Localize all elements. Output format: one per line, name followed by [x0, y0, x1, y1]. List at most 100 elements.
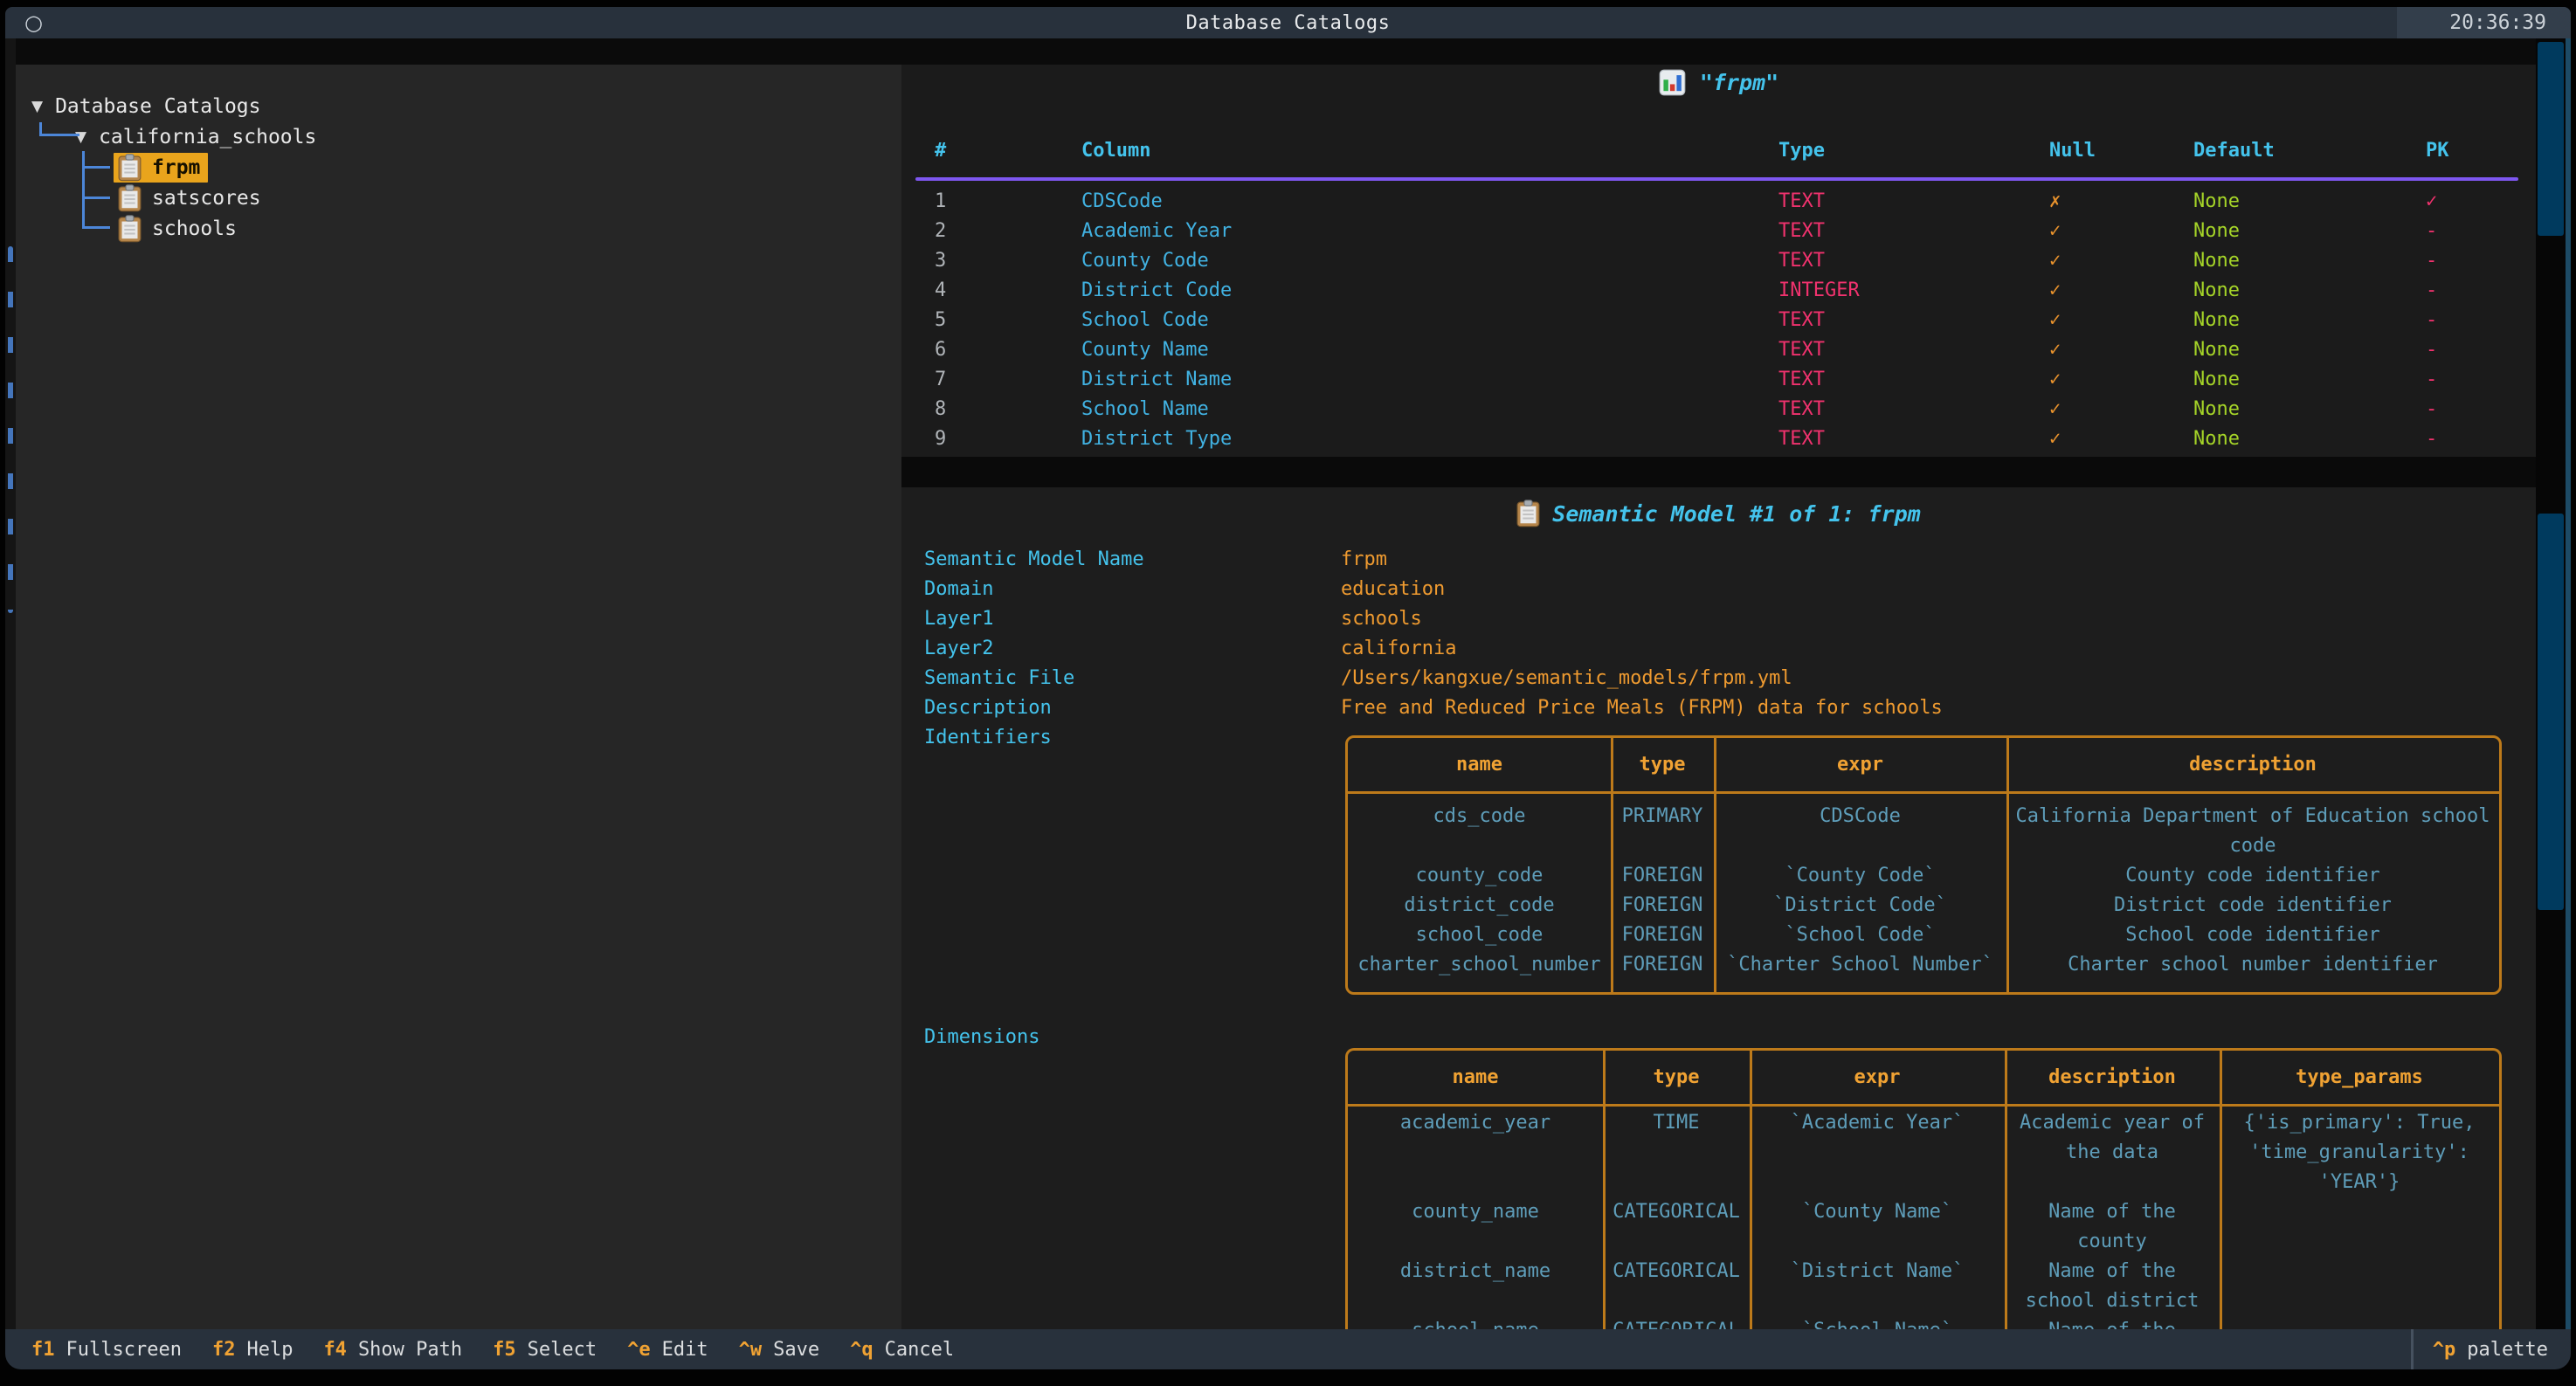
sidebar-item-schools[interactable]: schools: [114, 214, 245, 244]
field-value: california: [1341, 634, 1456, 664]
sidebar-item-satscores[interactable]: satscores: [114, 183, 269, 213]
schema-row: 9District TypeTEXT✓None-: [935, 424, 2536, 454]
column-pk: -: [2426, 246, 2536, 276]
shortcut-label: Cancel: [885, 1339, 954, 1361]
field-label: Domain: [924, 575, 1341, 604]
table-header-row: nametypeexprdescription: [1348, 738, 2499, 794]
table-cell: [2220, 1316, 2499, 1329]
table-row: charter_school_numberFOREIGN`Charter Sch…: [1348, 950, 2499, 980]
table-cell: PRIMARY: [1611, 802, 1714, 861]
shortcut-label: Select: [528, 1339, 597, 1361]
schema-row: 4District CodeINTEGER✓None-: [935, 276, 2536, 306]
table-schema-pane: "frpm" #ColumnTypeNullDefaultPK 1CDSCode…: [901, 65, 2536, 457]
table-cell: `School Name`: [1750, 1316, 2005, 1329]
schema-pane-title: "frpm": [901, 66, 2536, 98]
shortcut-key: ^q: [850, 1339, 874, 1361]
column-default: None: [2193, 246, 2426, 276]
column-nullable: ✓: [2049, 335, 2193, 365]
column-default: None: [2193, 335, 2426, 365]
table-header-name: name: [1348, 1063, 1603, 1093]
column-default: None: [2193, 306, 2426, 335]
footer-shortcut-help[interactable]: f2Help: [212, 1339, 293, 1361]
schema-row: 8School NameTEXT✓None-: [935, 395, 2536, 424]
table-cell: [2220, 1197, 2499, 1257]
footer-shortcut-edit[interactable]: ^eEdit: [627, 1339, 708, 1361]
table-icon: [118, 215, 142, 243]
table-body: academic_yearTIME`Academic Year`Academic…: [1348, 1107, 2499, 1329]
table-cell: school_code: [1348, 921, 1611, 950]
window-menu-icon[interactable]: ○: [24, 7, 43, 38]
table-header-type_params: type_params: [2220, 1063, 2499, 1093]
schema-header-column: Column: [1081, 136, 1778, 166]
right-edge-strip: [2566, 38, 2571, 1329]
schema-table: #ColumnTypeNullDefaultPK 1CDSCodeTEXT✗No…: [901, 136, 2536, 484]
schema-row: 6County NameTEXT✓None-: [935, 335, 2536, 365]
column-name: County Name: [1081, 335, 1778, 365]
table-cell: School code identifier: [2006, 921, 2499, 950]
footer-shortcut-fullscreen[interactable]: f1Fullscreen: [31, 1339, 182, 1361]
column-number: 8: [935, 395, 1081, 424]
shortcut-label: Save: [773, 1339, 819, 1361]
table-cell: CATEGORICAL: [1603, 1257, 1750, 1316]
sidebar-item-frpm[interactable]: frpm: [114, 153, 208, 183]
table-cell: county_code: [1348, 861, 1611, 891]
field-value: /Users/kangxue/semantic_models/frpm.yml: [1341, 664, 1792, 693]
schema-row: 1CDSCodeTEXT✗None✓: [935, 187, 2536, 217]
schema-table-body: 1CDSCodeTEXT✗None✓2Academic YearTEXT✓Non…: [935, 187, 2536, 484]
table-cell: Academic year of the data: [2005, 1108, 2220, 1197]
table-cell: school_name: [1348, 1316, 1603, 1329]
shortcut-label: Show Path: [358, 1339, 462, 1361]
table-icon: [118, 184, 142, 212]
column-number: 2: [935, 217, 1081, 246]
column-nullable: ✗: [2049, 187, 2193, 217]
table-cell: [2220, 1257, 2499, 1316]
tree-node-database-catalogs[interactable]: ▼ Database Catalogs: [16, 91, 901, 121]
column-name: District Code: [1081, 276, 1778, 306]
scrollbar-track[interactable]: [2536, 38, 2566, 1329]
column-name: School Code: [1081, 306, 1778, 335]
tree-node-california-schools[interactable]: ▼ california_schools: [16, 121, 901, 152]
column-pk: -: [2426, 306, 2536, 335]
semantic-field: Layer2california: [924, 634, 1943, 664]
column-type: TEXT: [1778, 187, 2049, 217]
scrollbar-thumb-top[interactable]: [2538, 42, 2564, 236]
semantic-field: Semantic Model Namefrpm: [924, 545, 1943, 575]
table-cell: Charter school number identifier: [2006, 950, 2499, 980]
chevron-down-icon[interactable]: ▼: [31, 98, 43, 115]
clipboard-icon: [118, 154, 142, 182]
column-pk: -: [2426, 335, 2536, 365]
footer-shortcut-cancel[interactable]: ^q Cancel: [850, 1339, 954, 1361]
clipboard-icon: [118, 215, 142, 243]
semantic-model-title: Semantic Model #1 of 1: frpm: [1552, 501, 1920, 527]
column-number: 4: [935, 276, 1081, 306]
column-type: TEXT: [1778, 306, 2049, 335]
table-cell: California Department of Education schoo…: [2006, 802, 2499, 861]
shortcut-key: f4: [323, 1339, 347, 1361]
footer-shortcut-show-path[interactable]: f4 Show Path: [323, 1339, 462, 1361]
schema-table-header: #ColumnTypeNullDefaultPK: [935, 136, 2536, 166]
table-cell: CDSCode: [1714, 802, 2006, 861]
column-number: 9: [935, 424, 1081, 454]
column-name: County Code: [1081, 246, 1778, 276]
footer-shortcut-save[interactable]: ^wSave: [739, 1339, 819, 1361]
catalog-tree-panel: ▼ Database Catalogs ▼ california_schools…: [16, 65, 901, 1329]
column-type: TEXT: [1778, 365, 2049, 395]
palette-key: ^p: [2433, 1339, 2456, 1361]
tree-children: frpm satscores schools: [16, 152, 901, 244]
column-number: 3: [935, 246, 1081, 276]
column-number: 5: [935, 306, 1081, 335]
table-header-type: type: [1603, 1063, 1750, 1093]
table-cell: district_name: [1348, 1257, 1603, 1316]
semantic-field: DescriptionFree and Reduced Price Meals …: [924, 693, 1943, 723]
scrollbar-thumb-bottom[interactable]: [2538, 514, 2564, 910]
table-header-expr: expr: [1714, 750, 2006, 780]
field-label: Identifiers: [924, 723, 1341, 753]
semantic-field: Layer1schools: [924, 604, 1943, 634]
table-header-name: name: [1348, 750, 1611, 780]
footer-shortcut-select[interactable]: f5Select: [493, 1339, 597, 1361]
footer-palette[interactable]: ^p palette: [2411, 1329, 2548, 1369]
table-cell: charter_school_number: [1348, 950, 1611, 980]
tree-guide-line: [84, 197, 110, 199]
table-cell: `School Code`: [1714, 921, 2006, 950]
schema-row: 5School CodeTEXT✓None-: [935, 306, 2536, 335]
